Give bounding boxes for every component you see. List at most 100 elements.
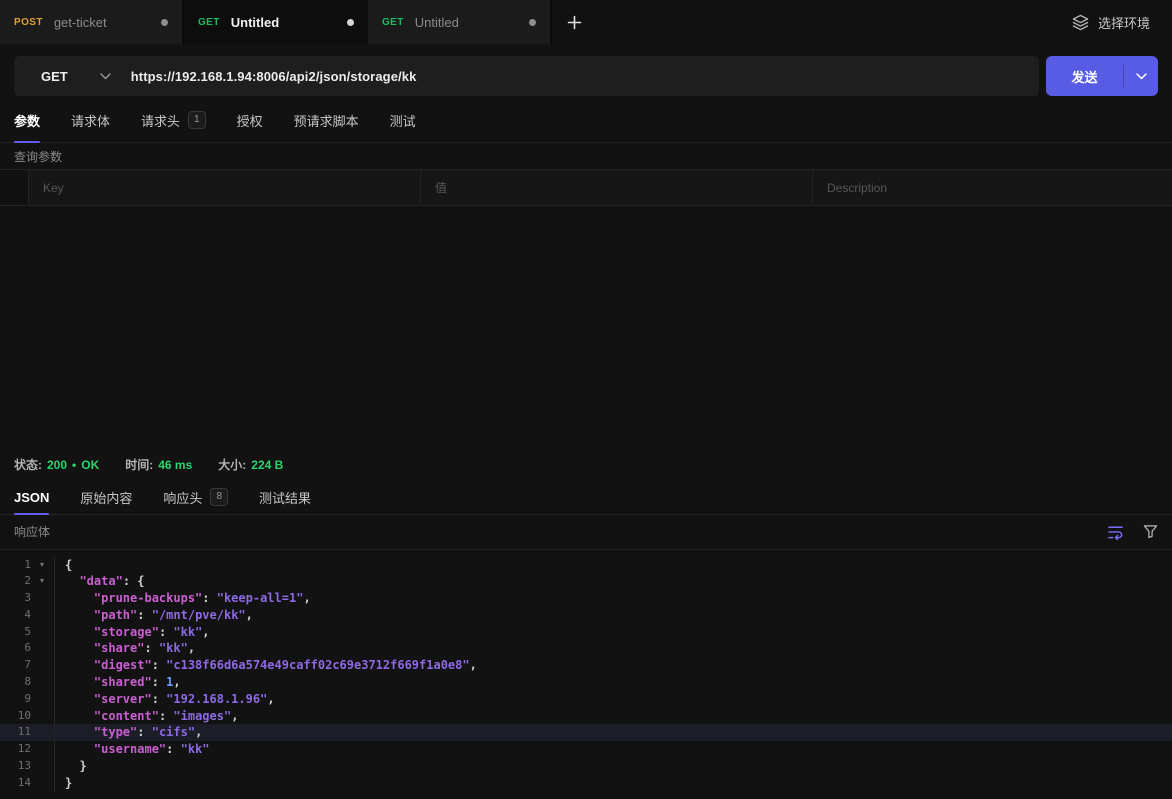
send-button[interactable]: 发送	[1046, 56, 1158, 96]
tab-label: 请求体	[71, 111, 110, 130]
request-panel-empty-area	[0, 206, 1172, 449]
collapse-caret-icon[interactable]: ▾	[31, 557, 53, 574]
request-tab-1[interactable]: GETUntitled	[184, 0, 368, 44]
send-button-label: 发送	[1046, 56, 1123, 96]
query-params-label: 查询参数	[0, 143, 1172, 169]
code-gutter: 11	[0, 724, 55, 741]
line-number: 14	[0, 775, 31, 792]
token-p: : {	[123, 574, 145, 588]
param-input-value[interactable]: 值	[420, 170, 812, 205]
environment-selector[interactable]: 选择环境	[1050, 0, 1172, 44]
method-selector-value: GET	[41, 69, 68, 84]
token-p: ,	[303, 591, 310, 605]
response-section-tab-2[interactable]: 响应头8	[163, 481, 228, 514]
tab-label: 预请求脚本	[294, 111, 359, 130]
token-p: :	[159, 709, 173, 723]
token-s: "/mnt/pve/kk"	[152, 608, 246, 622]
code-line[interactable]: 13 }	[0, 758, 1172, 775]
time-value: 46 ms	[158, 458, 192, 472]
code-line[interactable]: 5 "storage": "kk",	[0, 624, 1172, 641]
param-input-key[interactable]: Key	[28, 170, 420, 205]
collapse-caret-icon[interactable]: ▾	[31, 573, 53, 590]
code-line[interactable]: 2▾ "data": {	[0, 573, 1172, 590]
request-section-tab-0[interactable]: 参数	[14, 98, 40, 142]
token-k: "digest"	[94, 658, 152, 672]
token-s: "cifs"	[152, 725, 195, 739]
tab-badge: 8	[210, 488, 228, 506]
status-group: 状态: 200 • OK	[14, 456, 99, 473]
token-p	[65, 725, 94, 739]
response-section-tab-3[interactable]: 测试结果	[259, 481, 311, 514]
code-line[interactable]: 14}	[0, 775, 1172, 792]
status-code: 200	[47, 458, 67, 472]
new-tab-button[interactable]	[552, 0, 596, 44]
tab-label: 请求头	[141, 111, 180, 130]
tab-label: 授权	[237, 111, 263, 130]
code-line[interactable]: 12 "username": "kk"	[0, 741, 1172, 758]
code-gutter: 12	[0, 741, 55, 758]
request-section-tab-2[interactable]: 请求头 1	[141, 98, 206, 142]
code-gutter: 10	[0, 708, 55, 725]
unsaved-dot-icon	[347, 19, 354, 26]
token-p	[65, 692, 94, 706]
token-p: ,	[246, 608, 253, 622]
token-s: "kk"	[159, 641, 188, 655]
token-p: ,	[231, 709, 238, 723]
code-text: "shared": 1,	[55, 674, 181, 691]
line-number: 3	[0, 590, 31, 607]
code-line[interactable]: 3 "prune-backups": "keep-all=1",	[0, 590, 1172, 607]
response-section-tab-0[interactable]: JSON	[14, 481, 49, 514]
token-p: :	[152, 692, 166, 706]
response-body-actions	[1107, 523, 1158, 540]
code-line-highlighted[interactable]: 11 "type": "cifs",	[0, 724, 1172, 741]
tab-badge: 1	[188, 111, 206, 129]
line-number: 11	[0, 724, 31, 741]
token-k: "server"	[94, 692, 152, 706]
response-section-tab-1[interactable]: 原始内容	[80, 481, 132, 514]
wrap-text-button[interactable]	[1107, 523, 1124, 540]
request-section-tab-1[interactable]: 请求体	[71, 98, 110, 142]
code-line[interactable]: 4 "path": "/mnt/pve/kk",	[0, 607, 1172, 624]
code-line[interactable]: 10 "content": "images",	[0, 708, 1172, 725]
code-line[interactable]: 8 "shared": 1,	[0, 674, 1172, 691]
code-text: "content": "images",	[55, 708, 238, 725]
chevron-down-icon	[100, 73, 111, 80]
code-text: "path": "/mnt/pve/kk",	[55, 607, 253, 624]
code-text: "username": "kk"	[55, 741, 210, 758]
response-json-viewer[interactable]: 1▾{2▾ "data": {3 "prune-backups": "keep-…	[0, 550, 1172, 799]
tab-title: Untitled	[231, 15, 279, 30]
request-section-tab-4[interactable]: 预请求脚本	[294, 98, 359, 142]
code-gutter: 4	[0, 607, 55, 624]
token-p: ,	[470, 658, 477, 672]
token-p	[65, 608, 94, 622]
request-tab-0[interactable]: POSTget-ticket	[0, 0, 184, 44]
size-group: 大小: 224 B	[218, 456, 283, 473]
url-input[interactable]: https://192.168.1.94:8006/api2/json/stor…	[131, 69, 417, 84]
response-tabs: JSON 原始内容响应头8 测试结果	[0, 481, 1172, 515]
request-bar: GET https://192.168.1.94:8006/api2/json/…	[0, 44, 1172, 96]
tab-label: 测试结果	[259, 488, 311, 507]
param-row: Key值Description	[0, 169, 1172, 206]
token-s: "keep-all=1"	[217, 591, 304, 605]
token-p: :	[152, 658, 166, 672]
param-input-description[interactable]: Description	[812, 170, 1172, 205]
code-text: "storage": "kk",	[55, 624, 210, 641]
code-gutter: 14	[0, 775, 55, 792]
code-line[interactable]: 1▾{	[0, 557, 1172, 574]
request-section-tab-3[interactable]: 授权	[237, 98, 263, 142]
send-options-button[interactable]	[1124, 56, 1158, 96]
token-k: "path"	[94, 608, 137, 622]
code-line[interactable]: 9 "server": "192.168.1.96",	[0, 691, 1172, 708]
request-section-tab-5[interactable]: 测试	[390, 98, 416, 142]
unsaved-dot-icon	[529, 19, 536, 26]
token-k: "username"	[94, 742, 166, 756]
code-line[interactable]: 6 "share": "kk",	[0, 640, 1172, 657]
method-selector[interactable]: GET	[14, 69, 131, 84]
request-tab-2[interactable]: GETUntitled	[368, 0, 552, 44]
token-k: "storage"	[94, 625, 159, 639]
layers-icon	[1072, 14, 1089, 31]
token-p: :	[166, 742, 180, 756]
filter-button[interactable]	[1143, 524, 1158, 539]
size-label: 大小:	[218, 456, 246, 473]
code-line[interactable]: 7 "digest": "c138f66d6a574e49caff02c69e3…	[0, 657, 1172, 674]
